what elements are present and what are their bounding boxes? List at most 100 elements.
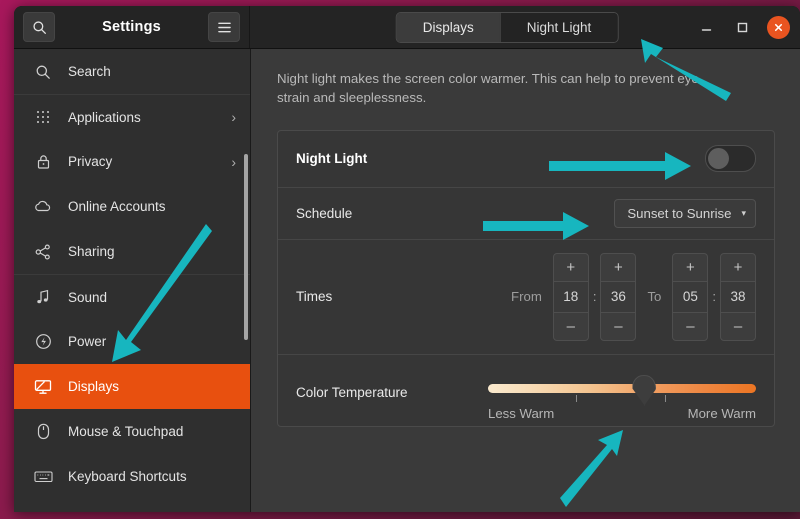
sidebar-item-label: Search xyxy=(68,64,236,79)
night-light-panel: Night light makes the screen color warme… xyxy=(251,49,800,512)
display-icon xyxy=(32,376,54,398)
close-button[interactable] xyxy=(767,16,790,39)
power-icon xyxy=(32,331,54,353)
to-hour-decrement[interactable]: – xyxy=(673,313,707,340)
from-minute-decrement[interactable]: – xyxy=(601,313,635,340)
schedule-row: Schedule Sunset to Sunrise ▾ xyxy=(278,187,774,239)
sidebar-item-online-accounts[interactable]: Online Accounts xyxy=(14,184,250,229)
from-minute-stepper[interactable]: + 36 – xyxy=(600,253,636,341)
slider-labels: Less Warm More Warm xyxy=(488,406,756,421)
sidebar-item-sound[interactable]: Sound xyxy=(14,274,250,319)
to-minute-decrement[interactable]: – xyxy=(721,313,755,340)
to-hour-increment[interactable]: + xyxy=(673,254,707,281)
from-minute-value[interactable]: 36 xyxy=(601,281,635,313)
sidebar-item-displays[interactable]: Displays xyxy=(14,364,250,409)
from-hour-decrement[interactable]: – xyxy=(554,313,588,340)
sidebar-item-label: Applications xyxy=(68,110,231,125)
from-time-separator: : xyxy=(589,289,601,304)
to-time-separator: : xyxy=(708,289,720,304)
sidebar-item-mouse-touchpad[interactable]: Mouse & Touchpad xyxy=(14,409,250,454)
window-titlebar: Settings Displays Night Light xyxy=(14,6,800,49)
sidebar-item-label: Online Accounts xyxy=(68,199,236,214)
printer-icon xyxy=(32,511,54,513)
tab-night-light[interactable]: Night Light xyxy=(500,13,618,42)
chevron-right-icon: › xyxy=(231,154,236,170)
night-light-description: Night light makes the screen color warme… xyxy=(277,69,729,108)
sidebar-item-keyboard-shortcuts[interactable]: Keyboard Shortcuts xyxy=(14,454,250,499)
night-light-label: Night Light xyxy=(296,151,367,166)
slider-max-label: More Warm xyxy=(688,406,756,421)
sidebar-item-label: Power xyxy=(68,334,236,349)
schedule-value: Sunset to Sunrise xyxy=(627,206,731,221)
sidebar-item-label: Displays xyxy=(68,379,236,394)
lock-icon xyxy=(32,151,54,173)
titlebar-left-section: Settings xyxy=(14,6,250,48)
settings-sidebar: Search Applications › xyxy=(14,49,251,512)
search-icon xyxy=(32,20,47,35)
slider-tick-mark xyxy=(665,395,666,402)
color-temperature-label: Color Temperature xyxy=(296,385,408,400)
to-hour-value[interactable]: 05 xyxy=(673,281,707,313)
from-minute-increment[interactable]: + xyxy=(601,254,635,281)
sidebar-item-label: Keyboard Shortcuts xyxy=(68,469,236,484)
sidebar-item-applications[interactable]: Applications › xyxy=(14,94,250,139)
slider-min-label: Less Warm xyxy=(488,406,554,421)
sidebar-item-label: Sound xyxy=(68,290,236,305)
slider-handle[interactable] xyxy=(632,375,656,406)
cloud-icon xyxy=(32,196,54,218)
search-button[interactable] xyxy=(23,12,55,42)
maximize-icon xyxy=(736,21,749,34)
window-controls xyxy=(695,16,790,39)
sidebar-item-search[interactable]: Search xyxy=(14,49,250,94)
settings-window: Settings Displays Night Light xyxy=(14,6,800,512)
tab-displays[interactable]: Displays xyxy=(397,13,500,42)
menu-button[interactable] xyxy=(208,12,240,42)
slider-track[interactable] xyxy=(488,384,756,393)
music-note-icon xyxy=(32,286,54,308)
grid-apps-icon xyxy=(32,106,54,128)
from-hour-stepper[interactable]: + 18 – xyxy=(553,253,589,341)
minimize-button[interactable] xyxy=(695,16,717,38)
to-label: To xyxy=(636,289,672,304)
chevron-down-icon: ▾ xyxy=(741,208,746,219)
sidebar-item-privacy[interactable]: Privacy › xyxy=(14,139,250,184)
from-label: From xyxy=(500,289,553,304)
sidebar-item-printers[interactable]: Printers xyxy=(14,499,250,512)
night-light-row: Night Light xyxy=(278,131,774,187)
sidebar-item-sharing[interactable]: Sharing xyxy=(14,229,250,274)
from-hour-value[interactable]: 18 xyxy=(554,281,588,313)
to-minute-value[interactable]: 38 xyxy=(721,281,755,313)
to-minute-increment[interactable]: + xyxy=(721,254,755,281)
sidebar-item-power[interactable]: Power xyxy=(14,319,250,364)
minimize-icon xyxy=(700,21,713,34)
search-icon xyxy=(32,61,54,83)
color-temperature-row: Color Temperature Less Warm More Warm xyxy=(278,354,774,426)
times-label: Times xyxy=(296,289,332,304)
sidebar-item-label: Privacy xyxy=(68,154,231,169)
titlebar-right-section: Displays Night Light xyxy=(250,6,800,48)
to-hour-stepper[interactable]: + 05 – xyxy=(672,253,708,341)
toggle-knob xyxy=(708,148,729,169)
from-hour-increment[interactable]: + xyxy=(554,254,588,281)
share-nodes-icon xyxy=(32,241,54,263)
window-body: Search Applications › xyxy=(14,49,800,512)
times-controls: From + 18 – : + 36 – To xyxy=(500,253,756,341)
times-row: Times From + 18 – : + 36 – xyxy=(278,239,774,354)
close-icon xyxy=(773,22,784,33)
night-light-settings-card: Night Light Schedule Sunset to Sunrise ▾… xyxy=(277,130,775,427)
color-temperature-slider[interactable]: Less Warm More Warm xyxy=(488,373,756,421)
sidebar-scrollbar[interactable] xyxy=(244,154,248,340)
sidebar-item-label: Mouse & Touchpad xyxy=(68,424,236,439)
to-minute-stepper[interactable]: + 38 – xyxy=(720,253,756,341)
mouse-icon xyxy=(32,421,54,443)
keyboard-icon xyxy=(32,466,54,488)
sidebar-item-label: Sharing xyxy=(68,244,236,259)
schedule-dropdown[interactable]: Sunset to Sunrise ▾ xyxy=(614,199,756,228)
maximize-button[interactable] xyxy=(731,16,753,38)
night-light-toggle[interactable] xyxy=(705,145,756,172)
view-tabs: Displays Night Light xyxy=(396,12,619,43)
slider-tick-mark xyxy=(576,395,577,402)
hamburger-menu-icon xyxy=(217,21,232,34)
chevron-right-icon: › xyxy=(231,109,236,125)
window-title: Settings xyxy=(102,19,161,35)
